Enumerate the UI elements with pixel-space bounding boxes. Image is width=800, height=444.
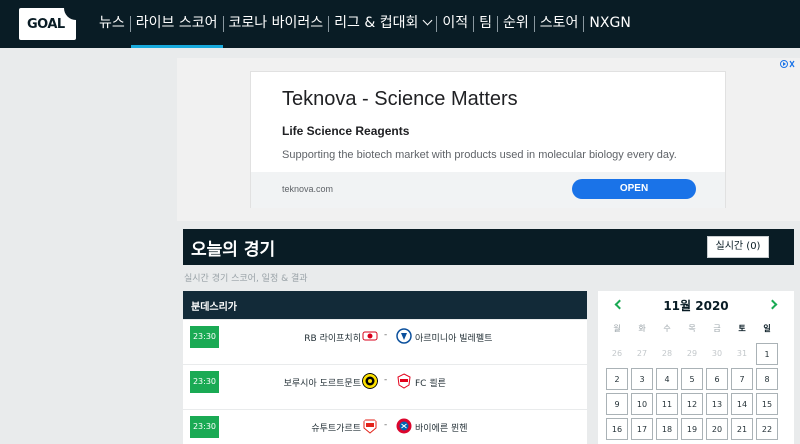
calendar-day[interactable]: 4: [656, 368, 678, 390]
calendar-day: 31: [736, 349, 748, 358]
calendar-day[interactable]: 20: [706, 418, 728, 440]
vfb-stuttgart-crest-icon: [363, 419, 377, 434]
home-team-name: 보루시아 도르트문트: [283, 379, 361, 389]
calendar-day: 29: [686, 349, 698, 358]
ad-description: Supporting the biotech market with produ…: [282, 149, 677, 161]
league-name: 분데스리가: [191, 302, 237, 313]
nav-item-transfers[interactable]: 이적: [437, 0, 473, 48]
calendar-day: 28: [661, 349, 673, 358]
calendar-day[interactable]: 11: [656, 393, 678, 415]
match-row[interactable]: 23:30 슈투트가르트 - 바이에른 뮌헨: [183, 410, 587, 444]
calendar-day[interactable]: 18: [656, 418, 678, 440]
live-filter-button[interactable]: 실시간 (0): [707, 236, 769, 258]
weekday-label: 수: [663, 324, 671, 333]
ad-title[interactable]: Teknova - Science Matters: [282, 88, 518, 111]
date-picker-calendar: 11월 2020 월 화 수 목 금 토 일 26 27 28 29 30 31…: [598, 291, 794, 444]
logo-text: GOAL: [27, 17, 65, 32]
fc-koln-crest-icon: [397, 373, 411, 389]
nav-item-leagues-cups[interactable]: 리그 & 컵대회: [329, 0, 436, 48]
weekday-label: 화: [638, 324, 646, 333]
ad-url: teknova.com: [282, 184, 334, 194]
calendar-day[interactable]: 3: [631, 368, 653, 390]
score-separator: -: [384, 420, 388, 430]
calendar-day[interactable]: 5: [681, 368, 703, 390]
match-time-badge: 23:30: [190, 371, 219, 393]
calendar-day[interactable]: 2: [606, 368, 628, 390]
calendar-day[interactable]: 10: [631, 393, 653, 415]
calendar-day[interactable]: 8: [756, 368, 778, 390]
logo-corner-decoration: [64, 8, 76, 20]
arminia-bielefeld-crest-icon: [396, 328, 412, 344]
weekday-label: 월: [613, 324, 621, 333]
advertisement: Teknova - Science Matters Life Science R…: [177, 58, 800, 221]
ad-open-button[interactable]: OPEN: [572, 179, 696, 199]
weekday-label: 일: [763, 324, 771, 333]
page-subtitle: 실시간 경기 스코어, 일정 & 결과: [184, 274, 308, 284]
calendar-month-title: 11월 2020: [663, 299, 729, 313]
ad-card[interactable]: Teknova - Science Matters Life Science R…: [250, 71, 726, 208]
calendar-day[interactable]: 13: [706, 393, 728, 415]
calendar-day: 27: [636, 349, 648, 358]
chevron-down-icon: [422, 15, 433, 26]
top-navigation-bar: GOAL 뉴스 라이브 스코어 코로나 바이러스 리그 & 컵대회 이적 팀 순…: [0, 0, 800, 48]
calendar-day[interactable]: 14: [731, 393, 753, 415]
calendar-day[interactable]: 12: [681, 393, 703, 415]
nav-item-live-scores[interactable]: 라이브 스코어: [130, 0, 223, 48]
calendar-day: 30: [711, 349, 723, 358]
match-row[interactable]: 23:30 RB 라이프치히 - 아르미니아 빌레펠트: [183, 320, 587, 364]
weekday-label: 토: [738, 324, 746, 333]
calendar-day[interactable]: 16: [606, 418, 628, 440]
ad-choices-icon[interactable]: [780, 59, 796, 69]
calendar-day[interactable]: 21: [731, 418, 753, 440]
weekday-label: 금: [713, 324, 721, 333]
nav-item-nxgn[interactable]: NXGN: [584, 0, 635, 48]
calendar-day[interactable]: 1: [756, 343, 778, 365]
nav-item-store[interactable]: 스토어: [535, 0, 584, 48]
away-team-name: 아르미니아 빌레펠트: [415, 334, 493, 344]
match-row[interactable]: 23:30 보루시아 도르트문트 - FC 쾰른: [183, 365, 587, 409]
nav-item-leagues-cups-label: 리그 & 컵대회: [334, 15, 419, 31]
score-separator: -: [384, 330, 388, 340]
calendar-day[interactable]: 17: [631, 418, 653, 440]
calendar-day: 26: [611, 349, 623, 358]
calendar-day[interactable]: 15: [756, 393, 778, 415]
nav-item-standings[interactable]: 순위: [498, 0, 534, 48]
nav-item-news[interactable]: 뉴스: [94, 0, 130, 48]
calendar-day[interactable]: 9: [606, 393, 628, 415]
home-team-name: RB 라이프치히: [304, 334, 361, 344]
nav-item-coronavirus[interactable]: 코로나 바이러스: [224, 0, 329, 48]
rb-leipzig-crest-icon: [362, 331, 378, 341]
match-time-badge: 23:30: [190, 416, 219, 438]
main-nav: 뉴스 라이브 스코어 코로나 바이러스 리그 & 컵대회 이적 팀 순위 스토어…: [94, 0, 636, 48]
match-time-badge: 23:30: [190, 326, 219, 348]
league-header[interactable]: 분데스리가: [183, 291, 587, 319]
nav-item-teams[interactable]: 팀: [474, 0, 497, 48]
away-team-name: 바이에른 뮌헨: [415, 424, 468, 434]
ad-subtitle: Life Science Reagents: [282, 124, 410, 138]
calendar-day[interactable]: 7: [731, 368, 753, 390]
goal-logo[interactable]: GOAL: [19, 8, 76, 40]
home-team-name: 슈투트가르트: [311, 424, 361, 434]
calendar-day[interactable]: 19: [681, 418, 703, 440]
ad-footer: teknova.com OPEN: [251, 172, 725, 208]
away-team-name: FC 쾰른: [415, 379, 446, 389]
todays-matches-header: 오늘의 경기 실시간 (0): [183, 229, 794, 265]
score-separator: -: [384, 375, 388, 385]
page-title: 오늘의 경기: [191, 240, 276, 260]
calendar-day[interactable]: 22: [756, 418, 778, 440]
borussia-dortmund-crest-icon: [362, 373, 378, 389]
calendar-day[interactable]: 6: [706, 368, 728, 390]
weekday-label: 목: [688, 324, 696, 333]
bayern-munich-crest-icon: [396, 418, 412, 434]
